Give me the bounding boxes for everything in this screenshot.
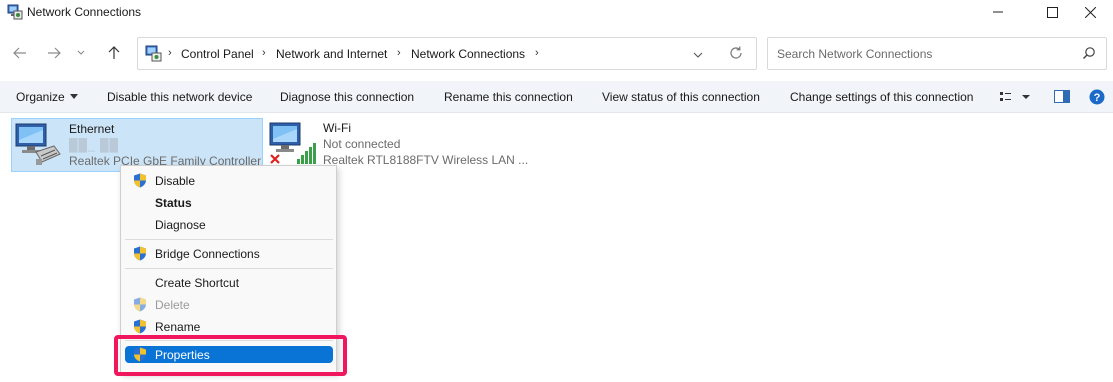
- recent-locations-button[interactable]: [74, 43, 88, 63]
- menu-item-label: Disable: [155, 174, 196, 188]
- properties-highlight-callout: [114, 335, 347, 376]
- disable-device-button[interactable]: Disable this network device: [107, 90, 252, 104]
- help-button[interactable]: ?: [1089, 89, 1105, 108]
- menu-separator: [125, 268, 333, 269]
- menu-item-label: Diagnose: [155, 218, 206, 232]
- view-status-button[interactable]: View status of this connection: [602, 90, 760, 104]
- search-input[interactable]: Search Network Connections: [767, 37, 1107, 70]
- control-panel-icon: [145, 45, 162, 62]
- change-settings-button[interactable]: Change settings of this connection: [790, 90, 973, 104]
- menu-item-status[interactable]: Status: [125, 192, 333, 213]
- menu-item-label: Rename: [155, 320, 201, 334]
- menu-item-bridge-connections[interactable]: Bridge Connections: [125, 243, 333, 264]
- refresh-icon: [730, 46, 742, 59]
- minimize-icon: [993, 11, 1003, 13]
- svg-text:?: ?: [1094, 92, 1101, 104]
- close-icon: [1084, 6, 1096, 18]
- menu-item-diagnose[interactable]: Diagnose: [125, 214, 333, 235]
- command-bar: Organize Disable this network device Dia…: [0, 81, 1113, 113]
- connection-status: Not connected: [323, 137, 401, 151]
- diagnose-connection-button[interactable]: Diagnose this connection: [280, 90, 414, 104]
- window-title: Network Connections: [27, 5, 142, 19]
- wifi-adapter-icon: [268, 121, 320, 170]
- ethernet-adapter-icon: [14, 122, 62, 171]
- uac-shield-icon: [133, 297, 147, 312]
- address-bar[interactable]: › Control Panel › Network and Internet ›…: [137, 37, 757, 70]
- uac-shield-icon: [133, 173, 147, 188]
- menu-item-label: Create Shortcut: [155, 276, 240, 290]
- rename-connection-button[interactable]: Rename this connection: [444, 90, 573, 104]
- view-options-button[interactable]: [1000, 91, 1030, 106]
- menu-separator: [125, 239, 333, 240]
- search-placeholder: Search Network Connections: [777, 47, 933, 61]
- connection-item-wifi[interactable]: Wi-Fi Not connected Realtek RTL8188FTV W…: [266, 118, 529, 172]
- search-icon[interactable]: [1082, 46, 1096, 63]
- caret-down-icon: [69, 94, 78, 99]
- help-icon: ?: [1089, 89, 1105, 105]
- maximize-icon: [1046, 6, 1058, 18]
- arrow-up-icon: [108, 46, 120, 59]
- menu-item-create-shortcut[interactable]: Create Shortcut: [125, 272, 333, 293]
- up-button[interactable]: [104, 43, 124, 63]
- menu-item-label: Delete: [155, 298, 190, 312]
- breadcrumb-network-and-internet[interactable]: Network and Internet: [276, 47, 387, 61]
- arrow-left-icon: [13, 47, 26, 59]
- breadcrumb-separator: ›: [168, 47, 172, 59]
- preview-pane-icon: [1054, 90, 1070, 103]
- close-button[interactable]: [1067, 0, 1113, 24]
- minimize-button[interactable]: [975, 0, 1021, 24]
- breadcrumb-control-panel[interactable]: Control Panel: [181, 47, 254, 61]
- title-bar: Network Connections: [0, 0, 1113, 26]
- view-options-icon: [1000, 92, 1030, 101]
- connection-status-redacted: ██_ ██: [69, 138, 120, 152]
- network-connections-icon: [7, 4, 23, 20]
- preview-pane-button[interactable]: [1054, 90, 1070, 106]
- back-button[interactable]: [10, 43, 30, 63]
- uac-shield-icon: [133, 319, 147, 334]
- chevron-down-icon: [693, 52, 703, 58]
- connection-adapter: Realtek RTL8188FTV Wireless LAN ...: [323, 153, 529, 167]
- breadcrumb-network-connections[interactable]: Network Connections: [411, 47, 525, 61]
- menu-item-label: Status: [155, 196, 192, 210]
- address-dropdown-button[interactable]: [693, 48, 703, 62]
- chevron-down-icon: [77, 50, 85, 55]
- breadcrumb-separator[interactable]: ›: [397, 47, 401, 59]
- menu-item-delete: Delete: [125, 294, 333, 315]
- menu-item-disable[interactable]: Disable: [125, 170, 333, 191]
- refresh-button[interactable]: [728, 45, 744, 64]
- connection-item-ethernet[interactable]: Ethernet ██_ ██ Realtek PCIe GbE Family …: [11, 118, 263, 172]
- breadcrumb-separator[interactable]: ›: [262, 47, 266, 59]
- menu-item-label: Bridge Connections: [155, 247, 260, 261]
- arrow-right-icon: [48, 47, 61, 59]
- organize-label: Organize: [16, 90, 65, 104]
- connection-name: Ethernet: [69, 122, 115, 136]
- forward-button[interactable]: [44, 43, 64, 63]
- breadcrumb-separator[interactable]: ›: [535, 47, 539, 59]
- uac-shield-icon: [133, 246, 147, 261]
- organize-menu[interactable]: Organize: [16, 90, 78, 104]
- connection-name: Wi-Fi: [323, 121, 351, 135]
- menu-item-rename[interactable]: Rename: [125, 316, 333, 337]
